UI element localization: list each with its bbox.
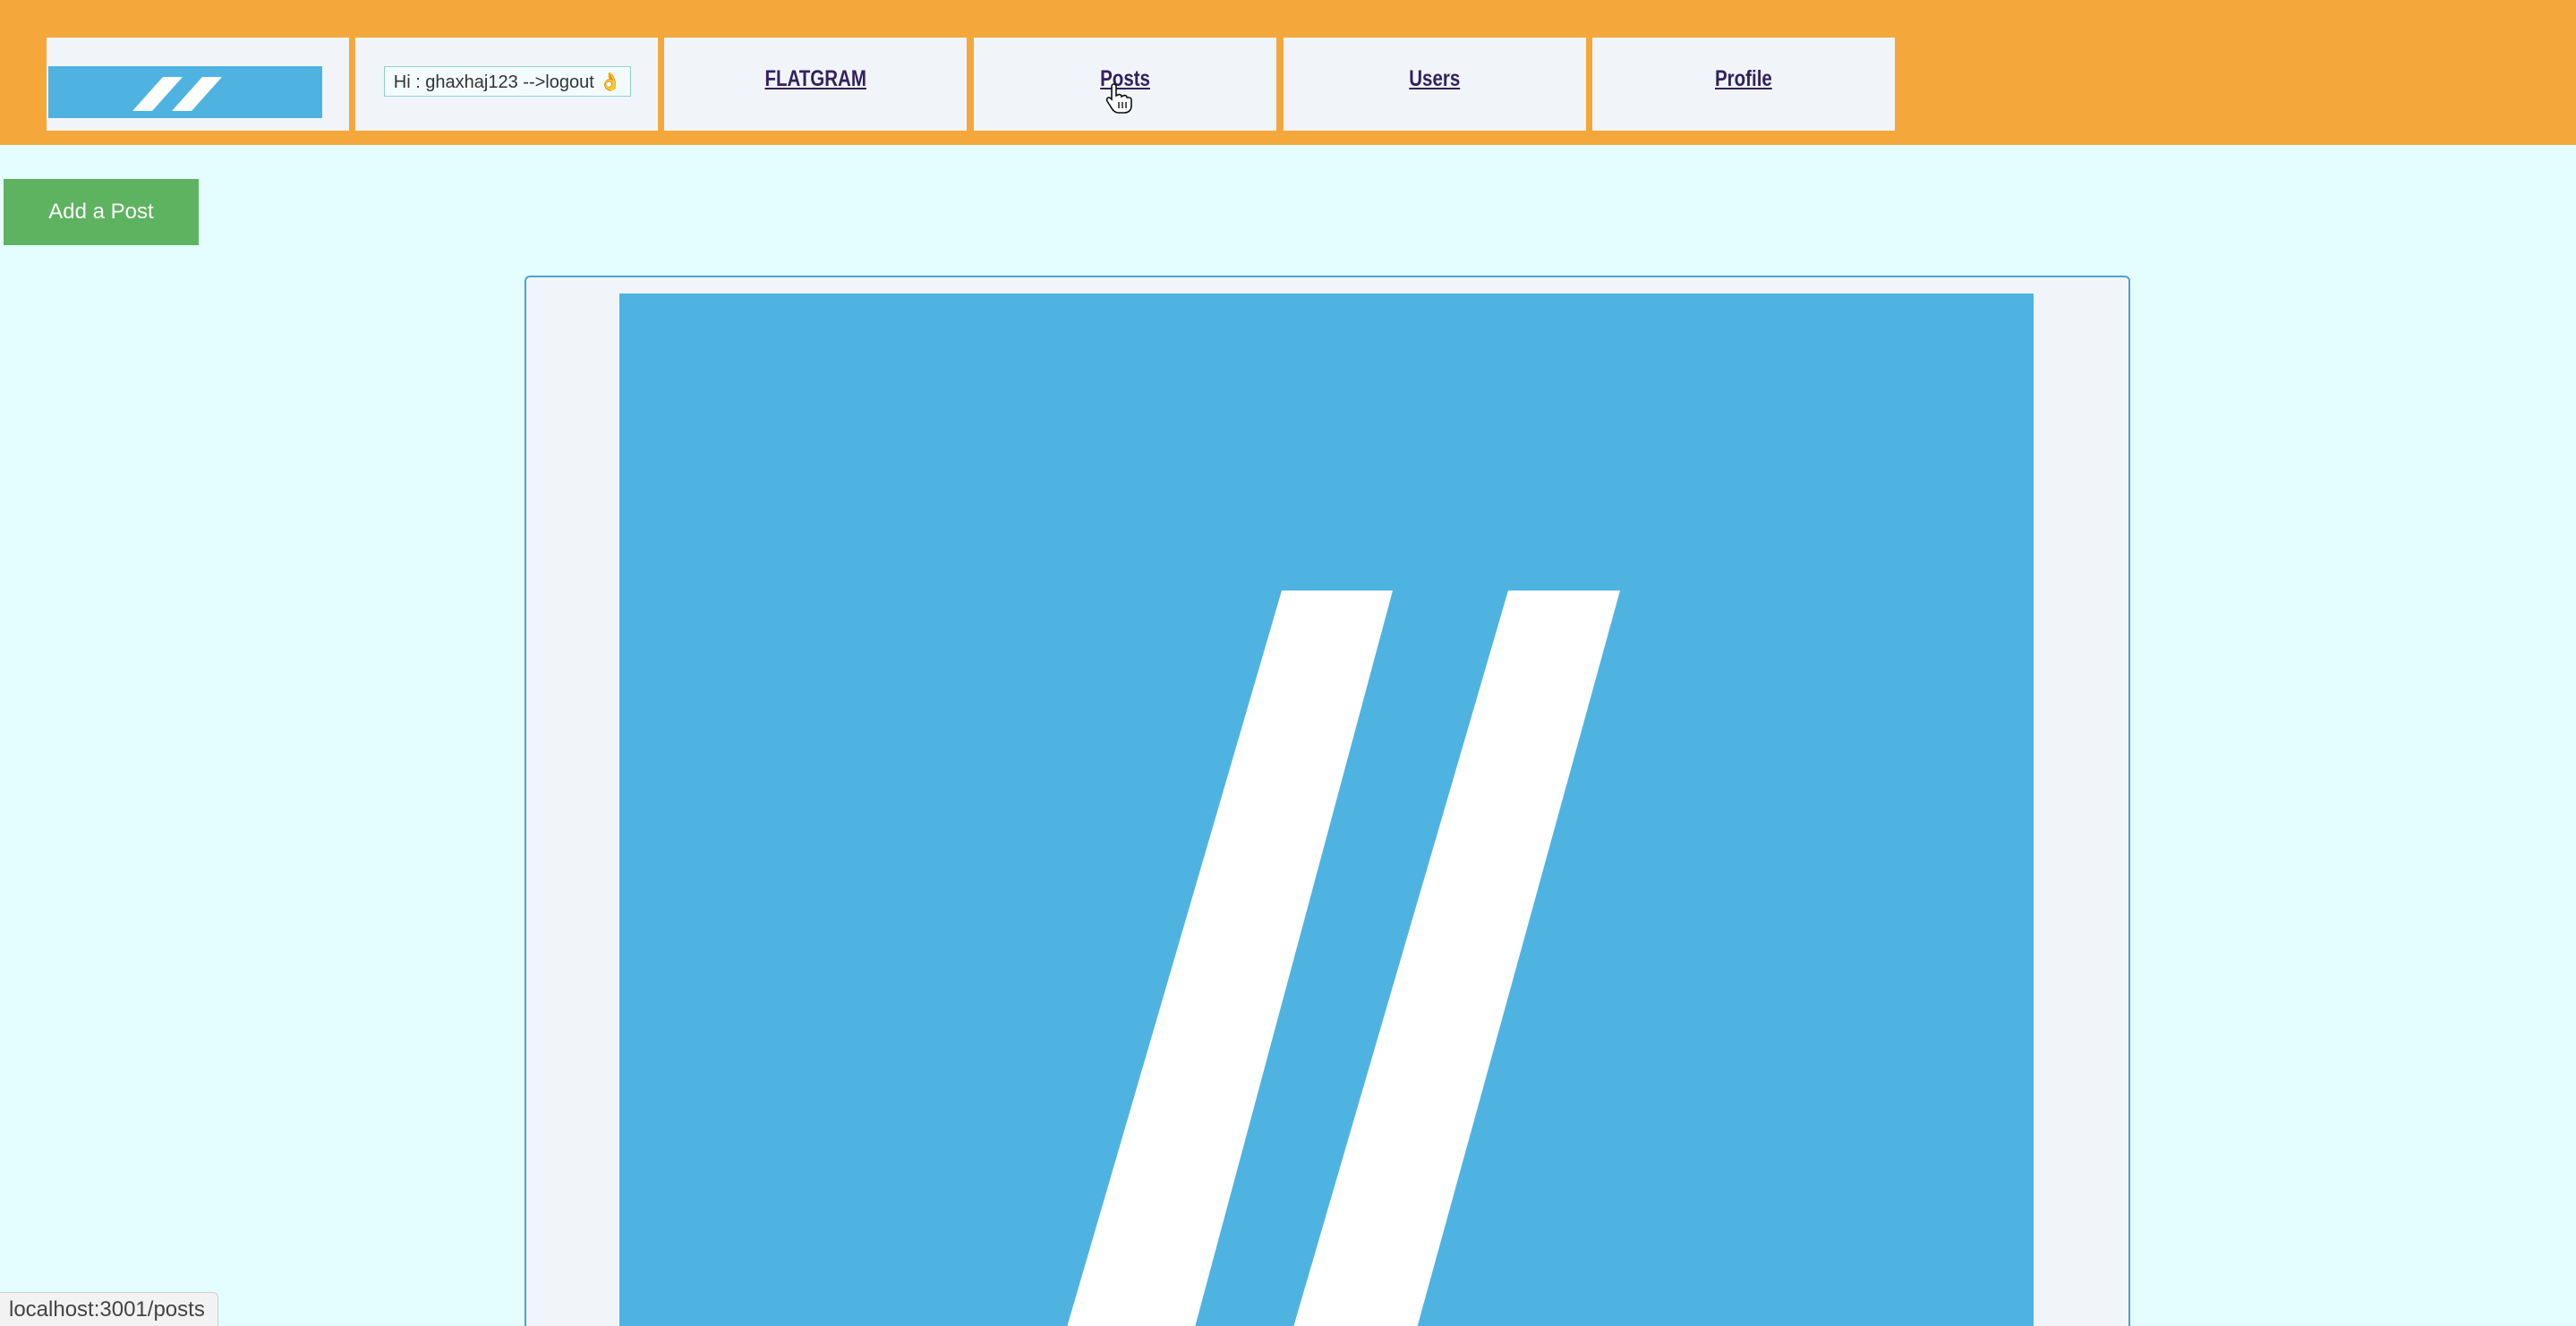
logo-icon[interactable]	[48, 66, 322, 118]
hand-pointer-cursor-icon	[1105, 82, 1133, 115]
nav-logo-cell[interactable]	[47, 38, 349, 131]
top-navbar: Hi : ghaxhaj123 -->logout 👌 FLATGRAM Pos…	[0, 0, 2576, 145]
post-card	[525, 276, 2130, 1326]
nav-link-profile[interactable]: Profile	[1715, 66, 1772, 92]
nav-item-profile[interactable]: Profile	[1592, 38, 1895, 131]
logout-button[interactable]: Hi : ghaxhaj123 -->logout 👌	[384, 66, 631, 97]
add-post-button[interactable]: Add a Post	[4, 179, 199, 245]
nav-item-flatgram[interactable]: FLATGRAM	[664, 38, 967, 131]
nav-item-users[interactable]: Users	[1284, 38, 1586, 131]
nav-link-flatgram[interactable]: FLATGRAM	[764, 66, 866, 92]
post-image[interactable]	[619, 293, 2034, 1326]
nav-link-users[interactable]: Users	[1410, 66, 1461, 92]
nav-greeting-cell: Hi : ghaxhaj123 -->logout 👌	[355, 38, 658, 131]
link-status-bar: localhost:3001/posts	[0, 1292, 218, 1326]
